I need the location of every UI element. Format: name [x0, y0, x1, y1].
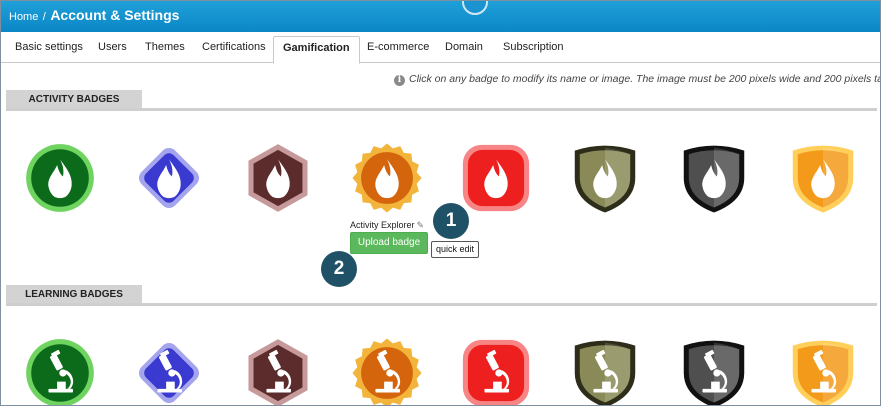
app-frame: Home / Account & Settings Basic settings…: [0, 0, 881, 406]
microscope-icon: [248, 339, 308, 405]
callout-marker-2: 2: [321, 251, 357, 287]
microscope-icon: [138, 342, 200, 404]
callout-marker-1: 1: [433, 203, 469, 239]
microscope-icon: [462, 339, 530, 405]
flame-icon: [26, 144, 94, 212]
badge-shield[interactable]: [678, 142, 750, 214]
badge-diamond[interactable]: [133, 337, 205, 405]
header-bar: Home / Account & Settings: [1, 1, 880, 32]
tab-certifications[interactable]: Certifications: [202, 41, 266, 53]
breadcrumb-home-link[interactable]: Home: [9, 11, 38, 23]
tab-domain[interactable]: Domain: [445, 41, 483, 53]
badge-shield[interactable]: [569, 142, 641, 214]
flame-icon: [792, 145, 854, 213]
settings-tabs: Basic settings Users Themes Certificatio…: [1, 32, 880, 64]
badge-diamond[interactable]: [133, 142, 205, 214]
badge-name-text: Activity Explorer: [350, 220, 415, 230]
flame-icon: [574, 145, 636, 213]
flame-icon: [138, 147, 200, 209]
badge-shield[interactable]: [678, 337, 750, 405]
flame-icon: [352, 143, 422, 213]
section-title-activity: ACTIVITY BADGES: [6, 90, 142, 110]
upload-badge-button[interactable]: Upload badge: [350, 232, 428, 254]
badge-shield[interactable]: [787, 337, 859, 405]
microscope-icon: [683, 340, 745, 405]
badge-circle[interactable]: [24, 142, 96, 214]
badge-shield[interactable]: [569, 337, 641, 405]
info-text: Click on any badge to modify its name or…: [409, 73, 881, 85]
section-title-learning: LEARNING BADGES: [6, 285, 142, 305]
microscope-icon: [352, 338, 422, 405]
breadcrumb-separator: /: [42, 11, 46, 23]
badge-hexagon[interactable]: [242, 337, 314, 405]
tab-basic-settings[interactable]: Basic settings: [15, 41, 83, 53]
section-divider: [6, 303, 877, 306]
badge-circle[interactable]: [24, 337, 96, 405]
flame-icon: [683, 145, 745, 213]
badge-rounded-square[interactable]: [460, 142, 532, 214]
microscope-icon: [26, 339, 94, 405]
tab-subscription[interactable]: Subscription: [503, 41, 564, 53]
pencil-icon[interactable]: ✎: [417, 220, 425, 230]
badge-seal[interactable]: [351, 142, 423, 214]
tab-e-commerce[interactable]: E-commerce: [367, 41, 429, 53]
quick-edit-tooltip: quick edit: [431, 241, 480, 258]
info-icon: i: [394, 75, 405, 86]
badge-name-label[interactable]: Activity Explorer ✎: [350, 220, 424, 231]
tab-gamification[interactable]: Gamification: [273, 36, 360, 64]
microscope-icon: [792, 340, 854, 405]
microscope-icon: [574, 340, 636, 405]
collapse-handle[interactable]: [462, 1, 488, 15]
flame-icon: [462, 144, 530, 212]
info-message: i Click on any badge to modify its name o…: [394, 73, 881, 86]
tab-users[interactable]: Users: [98, 41, 127, 53]
section-divider: [6, 108, 877, 111]
flame-icon: [248, 144, 308, 212]
badge-rounded-square[interactable]: [460, 337, 532, 405]
breadcrumb: Home / Account & Settings: [9, 7, 179, 25]
page-title: Account & Settings: [50, 7, 180, 23]
tab-themes[interactable]: Themes: [145, 41, 185, 53]
badge-seal[interactable]: [351, 337, 423, 405]
badge-shield[interactable]: [787, 142, 859, 214]
badge-hexagon[interactable]: [242, 142, 314, 214]
